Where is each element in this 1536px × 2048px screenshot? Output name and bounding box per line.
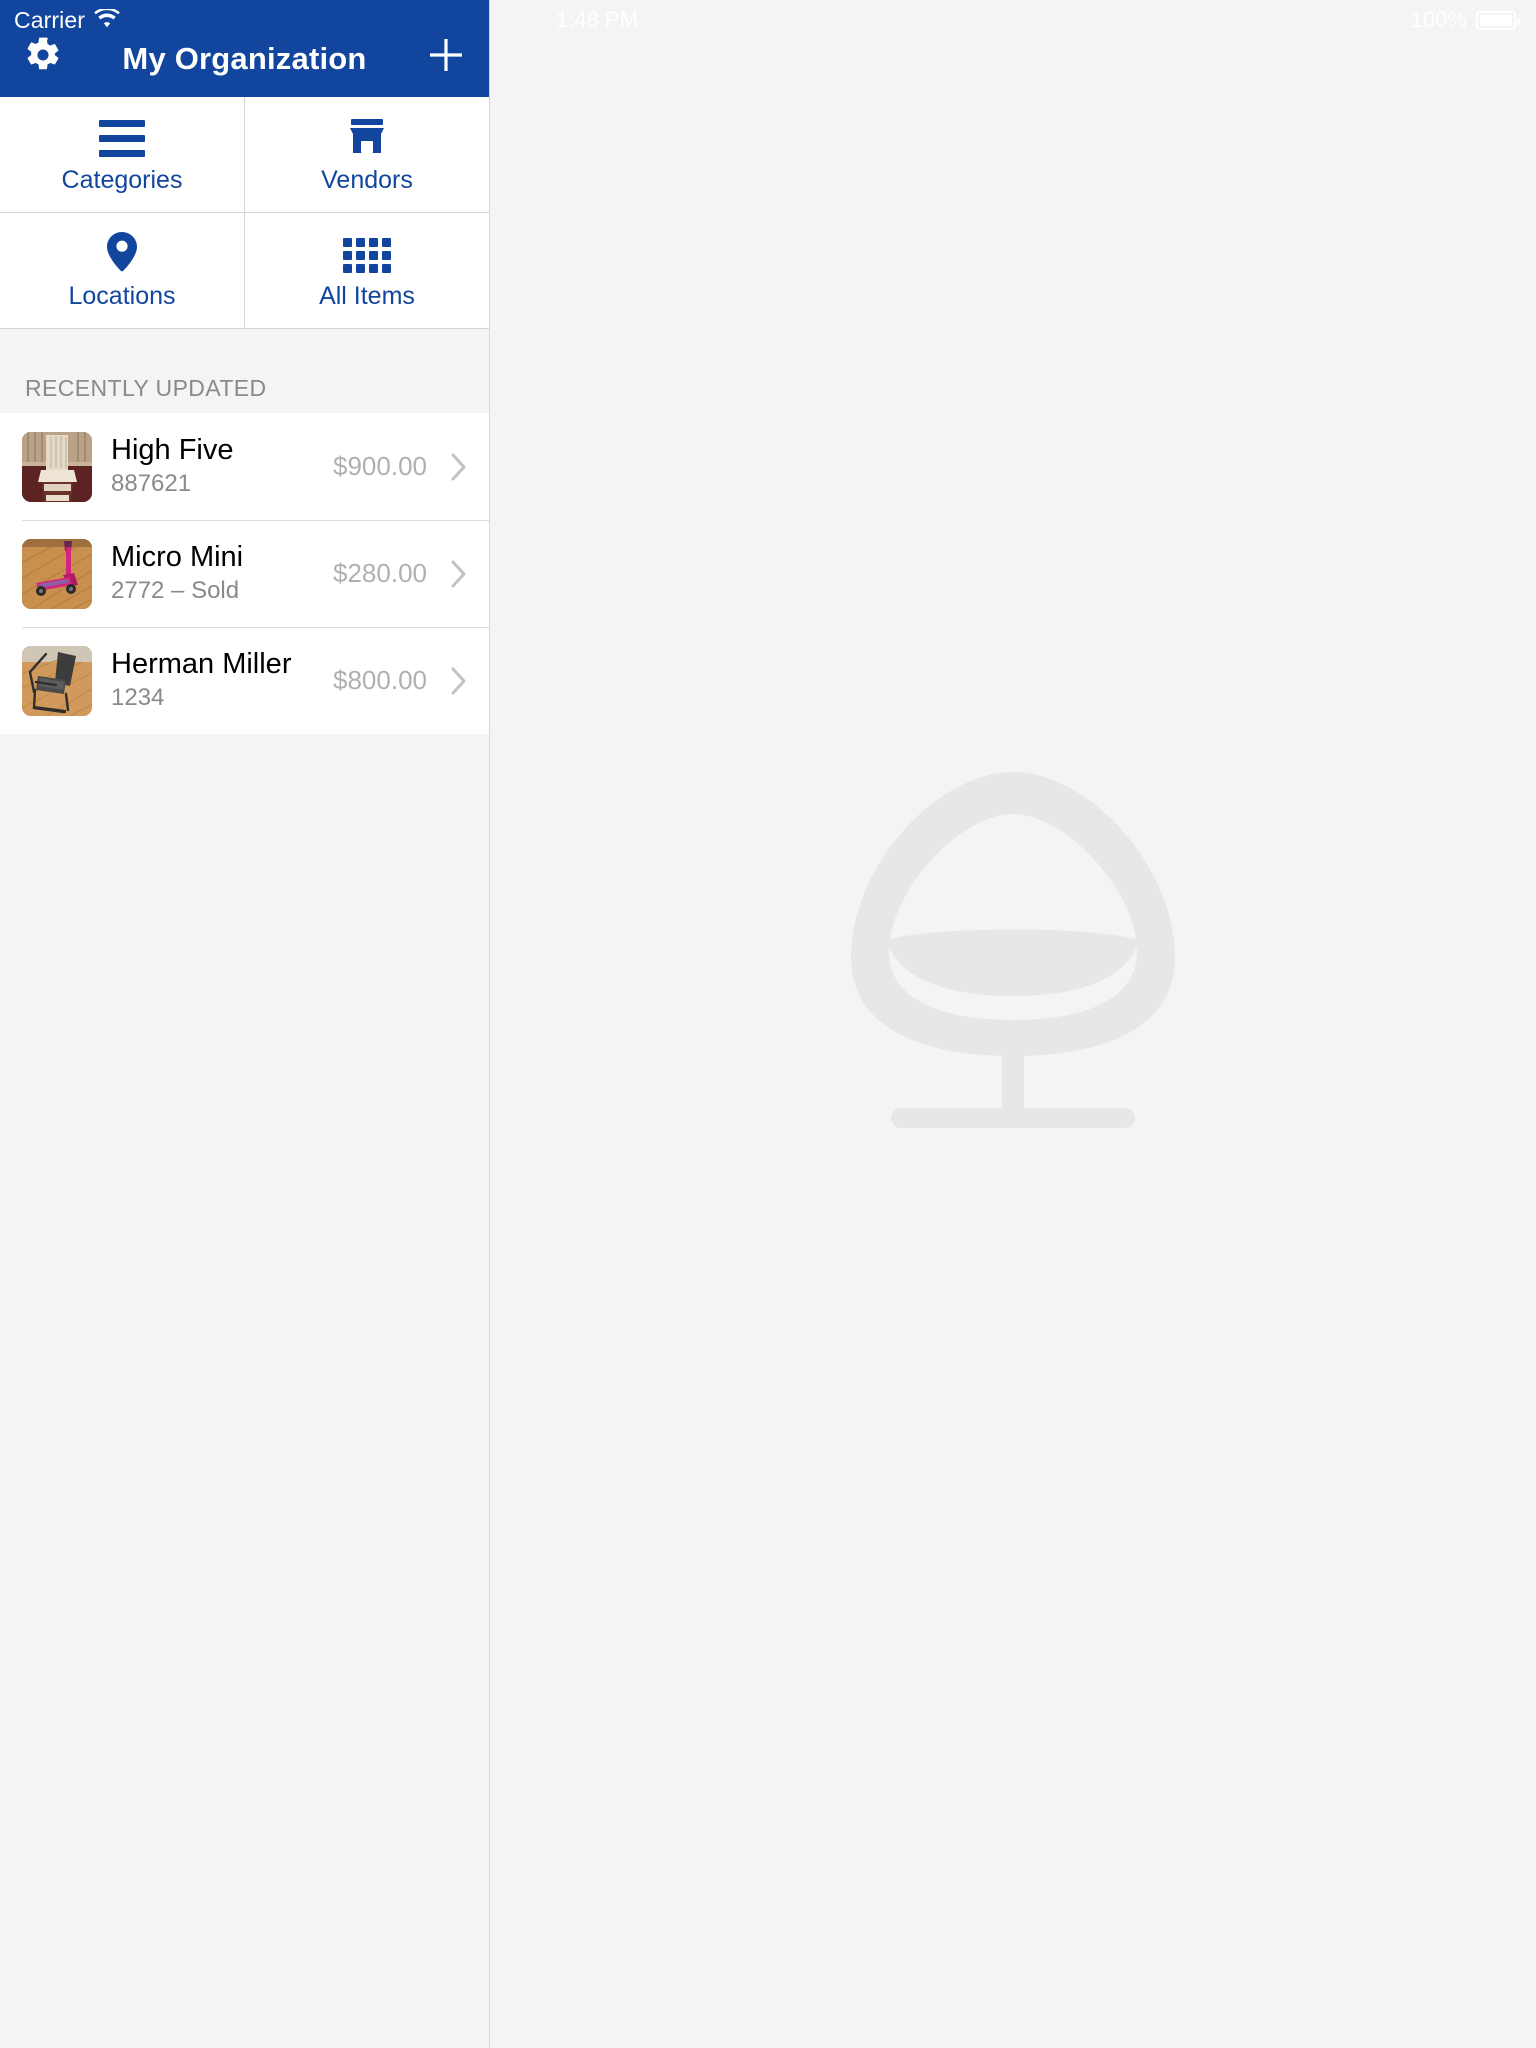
shortcut-grid: Categories Vendors Locations All Items bbox=[0, 97, 489, 329]
item-subtitle: 2772 – Sold bbox=[111, 577, 240, 605]
shortcut-all-items[interactable]: All Items bbox=[245, 213, 489, 328]
shortcut-label-all-items: All Items bbox=[319, 281, 415, 310]
storefront-icon bbox=[347, 117, 387, 157]
map-pin-icon bbox=[105, 231, 139, 273]
list-item[interactable]: Micro Mini 2772 – Sold $280.00 bbox=[0, 520, 489, 627]
grid-icon bbox=[343, 233, 391, 273]
item-price: $900.00 bbox=[333, 451, 427, 481]
item-text-block: Micro Mini 2772 – Sold bbox=[92, 541, 333, 607]
section-header-recently-updated: RECENTLY UPDATED bbox=[0, 329, 489, 413]
item-thumbnail bbox=[22, 538, 92, 609]
shortcut-label-locations: Locations bbox=[68, 281, 176, 310]
list-item[interactable]: High Five 887621 $900.00 bbox=[0, 413, 489, 520]
shortcut-locations[interactable]: Locations bbox=[0, 213, 244, 328]
detail-pane bbox=[490, 0, 1536, 2048]
list-item[interactable]: Herman Miller 1234 $800.00 bbox=[0, 627, 489, 734]
plus-icon bbox=[425, 34, 467, 81]
item-thumbnail bbox=[22, 431, 92, 502]
page-title: My Organization bbox=[122, 41, 367, 76]
item-price: $800.00 bbox=[333, 665, 427, 695]
app-root: My Organization Categories Vendors Locat… bbox=[0, 0, 1536, 2048]
egg-chair-placeholder-icon bbox=[843, 744, 1183, 1144]
item-title: Micro Mini bbox=[111, 540, 244, 573]
item-subtitle: 887621 bbox=[111, 470, 192, 498]
chevron-right-icon bbox=[451, 560, 467, 588]
item-text-block: Herman Miller 1234 bbox=[92, 648, 333, 714]
chevron-right-icon bbox=[451, 453, 467, 481]
item-title: Herman Miller bbox=[111, 647, 292, 680]
bars-icon bbox=[99, 117, 145, 157]
shortcut-label-vendors: Vendors bbox=[321, 165, 413, 194]
add-item-button[interactable] bbox=[417, 31, 475, 83]
navigation-bar: My Organization bbox=[0, 0, 489, 97]
item-text-block: High Five 887621 bbox=[92, 434, 333, 500]
item-title: High Five bbox=[111, 433, 234, 466]
item-subtitle: 1234 bbox=[111, 684, 165, 712]
item-thumbnail bbox=[22, 645, 92, 716]
shortcut-vendors[interactable]: Vendors bbox=[245, 97, 489, 212]
recently-updated-list: High Five 887621 $900.00 Micro Mini 2772… bbox=[0, 413, 489, 734]
shortcut-label-categories: Categories bbox=[61, 165, 183, 194]
master-pane: My Organization Categories Vendors Locat… bbox=[0, 0, 490, 2048]
item-price: $280.00 bbox=[333, 558, 427, 588]
shortcut-categories[interactable]: Categories bbox=[0, 97, 244, 212]
chevron-right-icon bbox=[451, 667, 467, 695]
